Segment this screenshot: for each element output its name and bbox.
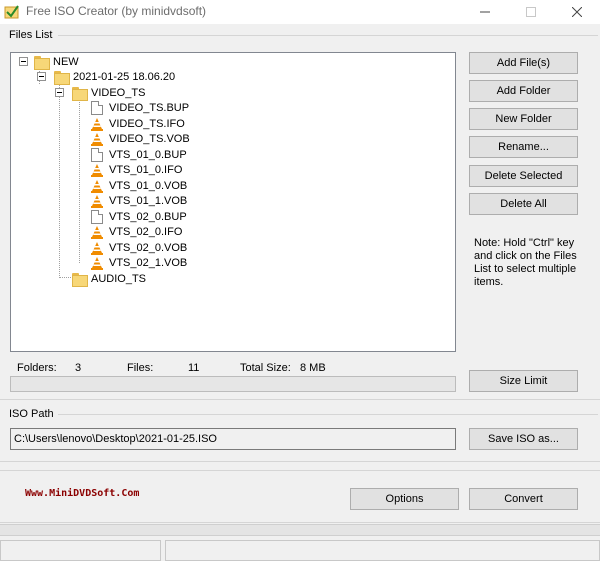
file-icon [91, 101, 103, 115]
section-divider [0, 399, 600, 400]
tree-connector [59, 91, 60, 278]
progress-bar [10, 376, 456, 392]
tree-item-video-ts[interactable]: VIDEO_TS [71, 85, 145, 101]
options-button[interactable]: Options [350, 488, 459, 510]
vlc-cone-icon [91, 226, 103, 239]
tree-item-file[interactable]: VIDEO_TS.VOB [89, 131, 190, 147]
section-divider [0, 522, 600, 523]
iso-path-label: ISO Path [9, 408, 54, 420]
collapse-toggle[interactable] [19, 57, 28, 66]
vlc-cone-icon [91, 133, 103, 146]
tree-item-file[interactable]: VTS_02_1.VOB [89, 255, 187, 271]
vlc-cone-icon [91, 257, 103, 270]
folder-icon [53, 70, 70, 85]
tree-item-file[interactable]: VTS_02_0.VOB [89, 240, 187, 256]
close-button[interactable] [554, 0, 600, 24]
files-value: 11 [188, 362, 200, 374]
tree-item-new[interactable]: NEW [33, 54, 79, 70]
total-size-label: Total Size: [240, 362, 291, 374]
status-pane-right [165, 540, 600, 561]
maximize-button[interactable] [508, 0, 554, 24]
tree-connector [79, 100, 80, 263]
size-limit-button[interactable]: Size Limit [469, 370, 578, 392]
tree-item-file[interactable]: VTS_01_0.BUP [89, 147, 187, 163]
vlc-cone-icon [91, 195, 103, 208]
convert-button[interactable]: Convert [469, 488, 578, 510]
files-list-label: Files List [9, 29, 53, 41]
vlc-cone-icon [91, 242, 103, 255]
tree-item-file[interactable]: VTS_01_0.IFO [89, 162, 182, 178]
minimize-icon [480, 11, 490, 13]
vlc-cone-icon [91, 164, 103, 177]
files-tree[interactable]: NEW 2021-01-25 18.06.20 VIDEO_TS VIDEO_T… [10, 52, 456, 352]
section-divider [0, 461, 600, 462]
tree-item-file[interactable]: VTS_01_0.VOB [89, 178, 187, 194]
file-icon [91, 210, 103, 224]
folder-icon [71, 86, 88, 101]
iso-path-group-line [58, 414, 598, 415]
status-pane-left [0, 540, 161, 561]
title-bar: Free ISO Creator (by minidvdsoft) [0, 0, 600, 24]
tree-item-file[interactable]: VTS_02_0.IFO [89, 224, 182, 240]
folder-icon [33, 55, 50, 70]
tree-item-file[interactable]: VTS_02_0.BUP [89, 209, 187, 225]
folders-label: Folders: [17, 362, 57, 374]
total-size-value: 8 MB [300, 362, 326, 374]
app-icon [4, 5, 19, 19]
file-icon [91, 148, 103, 162]
window-title: Free ISO Creator (by minidvdsoft) [26, 4, 207, 18]
secondary-progress-bar [0, 524, 600, 536]
folder-icon [71, 272, 88, 287]
files-label: Files: [127, 362, 154, 374]
files-list-group-line [58, 35, 598, 36]
tree-item-date-folder[interactable]: 2021-01-25 18.06.20 [53, 69, 175, 85]
tree-item-file[interactable]: VTS_01_1.VOB [89, 193, 187, 209]
folders-value: 3 [75, 362, 82, 374]
multi-select-note: Note: Hold "Ctrl" key and click on the F… [474, 237, 577, 288]
delete-selected-button[interactable]: Delete Selected [469, 165, 578, 187]
collapse-toggle[interactable] [37, 72, 46, 81]
add-folder-button[interactable]: Add Folder [469, 80, 578, 102]
minimize-button[interactable] [462, 0, 508, 24]
add-files-button[interactable]: Add File(s) [469, 52, 578, 74]
maximize-icon [526, 7, 536, 17]
iso-path-field[interactable]: C:\Users\lenovo\Desktop\2021-01-25.ISO [10, 428, 456, 450]
rename-button[interactable]: Rename... [469, 136, 578, 158]
save-iso-as-button[interactable]: Save ISO as... [469, 428, 578, 450]
tree-item-file[interactable]: VIDEO_TS.BUP [89, 100, 189, 116]
tree-item-audio-ts[interactable]: AUDIO_TS [71, 271, 146, 287]
delete-all-button[interactable]: Delete All [469, 193, 578, 215]
collapse-toggle[interactable] [55, 88, 64, 97]
close-icon [572, 7, 582, 17]
new-folder-button[interactable]: New Folder [469, 108, 578, 130]
website-link[interactable]: Www.MiniDVDSoft.Com [25, 488, 139, 499]
vlc-cone-icon [91, 118, 103, 131]
vlc-cone-icon [91, 180, 103, 193]
section-divider [0, 470, 600, 471]
tree-item-file[interactable]: VIDEO_TS.IFO [89, 116, 185, 132]
